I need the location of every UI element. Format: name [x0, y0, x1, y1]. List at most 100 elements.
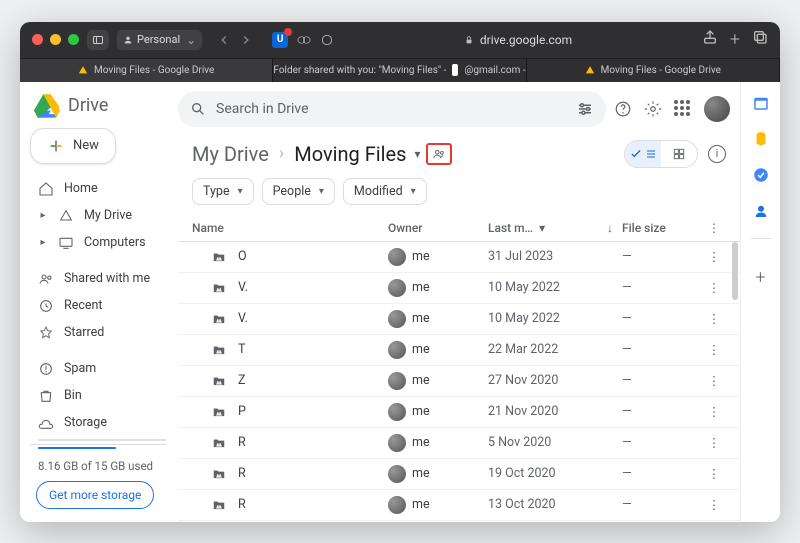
- shared-folder-icon: [210, 498, 228, 512]
- list-view-button[interactable]: [625, 141, 661, 167]
- tune-icon[interactable]: [576, 100, 594, 118]
- table-row[interactable]: Rme21 Sept 2020—⋮: [178, 521, 740, 522]
- layout-toggle: [624, 140, 698, 168]
- table-row[interactable]: V.me10 May 2022—⋮: [178, 304, 740, 335]
- new-tab-button[interactable]: +: [730, 29, 740, 50]
- maximize-window-button[interactable]: [68, 34, 79, 45]
- table-row[interactable]: Rme5 Nov 2020—⋮: [178, 428, 740, 459]
- close-window-button[interactable]: [32, 34, 43, 45]
- tasks-icon[interactable]: [752, 166, 770, 184]
- col-modified[interactable]: Last m… ▾: [488, 221, 598, 235]
- table-row[interactable]: Rme19 Oct 2020—⋮: [178, 459, 740, 490]
- nav-recent[interactable]: Recent: [30, 293, 170, 319]
- extension-icon-2[interactable]: [320, 33, 334, 47]
- browser-tab[interactable]: Folder shared with you: "Moving Files" -…: [273, 59, 526, 82]
- table-row[interactable]: V.me10 May 2022—⋮: [178, 273, 740, 304]
- forward-button[interactable]: [236, 30, 256, 50]
- extension-icon[interactable]: [296, 32, 312, 48]
- avatar-icon: [388, 279, 406, 297]
- titlebar: Personal ⌄ U drive.google.com +: [20, 22, 780, 58]
- col-size[interactable]: File size: [622, 221, 702, 235]
- row-menu[interactable]: ⋮: [702, 435, 726, 451]
- breadcrumb-current[interactable]: Moving Files ▾: [294, 142, 420, 166]
- row-menu[interactable]: ⋮: [702, 404, 726, 420]
- profile-label: Personal: [137, 33, 180, 46]
- nav-home[interactable]: Home: [30, 176, 170, 202]
- row-menu[interactable]: ⋮: [702, 249, 726, 265]
- col-name[interactable]: Name: [192, 221, 388, 235]
- browser-profile-button[interactable]: Personal ⌄: [117, 30, 202, 50]
- get-more-storage-button[interactable]: Get more storage: [36, 481, 154, 509]
- account-avatar[interactable]: [704, 96, 730, 122]
- nav-bin[interactable]: Bin: [30, 383, 170, 409]
- contacts-icon[interactable]: [752, 202, 770, 220]
- sidebar-toggle-button[interactable]: [87, 30, 109, 50]
- back-button[interactable]: [214, 30, 234, 50]
- apps-icon[interactable]: [674, 100, 692, 118]
- size-cell: —: [622, 342, 702, 357]
- filter-type[interactable]: Type▾: [192, 178, 254, 205]
- owner-label: me: [412, 342, 430, 357]
- sort-direction[interactable]: ↓: [598, 221, 622, 235]
- owner-cell: me: [388, 372, 488, 390]
- filter-modified[interactable]: Modified▾: [343, 178, 427, 205]
- size-cell: —: [622, 466, 702, 481]
- nav-shared[interactable]: Shared with me: [30, 266, 170, 292]
- minimize-window-button[interactable]: [50, 34, 61, 45]
- nav-storage[interactable]: Storage: [30, 410, 170, 436]
- table-row[interactable]: Pme21 Nov 2020—⋮: [178, 397, 740, 428]
- search-icon: [190, 101, 206, 117]
- col-menu[interactable]: ⋮: [702, 221, 726, 235]
- caret-down-icon: ▾: [414, 147, 420, 161]
- table-row[interactable]: Ome31 Jul 2023—⋮: [178, 242, 740, 273]
- tabs-overview-icon[interactable]: [752, 29, 768, 45]
- table-row[interactable]: Rme13 Oct 2020—⋮: [178, 490, 740, 521]
- row-menu[interactable]: ⋮: [702, 311, 726, 327]
- nav-starred[interactable]: Starred: [30, 320, 170, 346]
- shared-folder-icon: [210, 405, 228, 419]
- row-menu[interactable]: ⋮: [702, 373, 726, 389]
- add-addon-button[interactable]: +: [755, 267, 765, 288]
- calendar-icon[interactable]: [752, 94, 770, 112]
- table-header: Name Owner Last m… ▾ ↓ File size ⋮: [178, 215, 740, 242]
- modified-cell: 10 May 2022: [488, 280, 598, 295]
- new-button[interactable]: New: [30, 128, 116, 164]
- nav-spam[interactable]: Spam: [30, 356, 170, 382]
- grid-view-button[interactable]: [661, 141, 697, 167]
- modified-cell: 10 May 2022: [488, 311, 598, 326]
- table-row[interactable]: Zme27 Nov 2020—⋮: [178, 366, 740, 397]
- owner-cell: me: [388, 341, 488, 359]
- col-owner[interactable]: Owner: [388, 221, 488, 235]
- password-manager-icon[interactable]: U: [272, 32, 288, 48]
- file-list[interactable]: Ome31 Jul 2023—⋮V.me10 May 2022—⋮V.me10 …: [178, 242, 740, 522]
- browser-tab[interactable]: Moving Files - Google Drive: [20, 59, 273, 82]
- help-icon[interactable]: [614, 100, 632, 118]
- address-bar[interactable]: drive.google.com: [342, 33, 694, 47]
- caret-down-icon: ▾: [319, 186, 324, 197]
- product-logo[interactable]: Drive: [30, 90, 178, 128]
- row-menu[interactable]: ⋮: [702, 280, 726, 296]
- starred-icon: [38, 325, 54, 341]
- storage-text: 8.16 GB of 15 GB used: [38, 459, 178, 473]
- nav-computers[interactable]: ▸Computers: [30, 230, 170, 256]
- owner-label: me: [412, 404, 430, 419]
- nav-label: Bin: [64, 388, 82, 403]
- people-icon[interactable]: [431, 147, 447, 161]
- owner-cell: me: [388, 496, 488, 514]
- settings-icon[interactable]: [644, 100, 662, 118]
- row-menu[interactable]: ⋮: [702, 466, 726, 482]
- keep-icon[interactable]: [752, 130, 770, 148]
- table-row[interactable]: Tme22 Mar 2022—⋮: [178, 335, 740, 366]
- scrollbar[interactable]: [732, 242, 738, 300]
- row-menu[interactable]: ⋮: [702, 497, 726, 513]
- computers-icon: [58, 235, 74, 251]
- filter-people[interactable]: People▾: [262, 178, 335, 205]
- row-menu[interactable]: ⋮: [702, 342, 726, 358]
- breadcrumb-root[interactable]: My Drive: [192, 142, 269, 166]
- info-button[interactable]: i: [708, 145, 726, 163]
- modified-cell: 27 Nov 2020: [488, 373, 598, 388]
- nav-mydrive[interactable]: ▸My Drive: [30, 203, 170, 229]
- share-icon[interactable]: [702, 29, 718, 45]
- search-input[interactable]: Search in Drive: [178, 91, 606, 127]
- browser-tab[interactable]: Moving Files - Google Drive: [527, 59, 780, 82]
